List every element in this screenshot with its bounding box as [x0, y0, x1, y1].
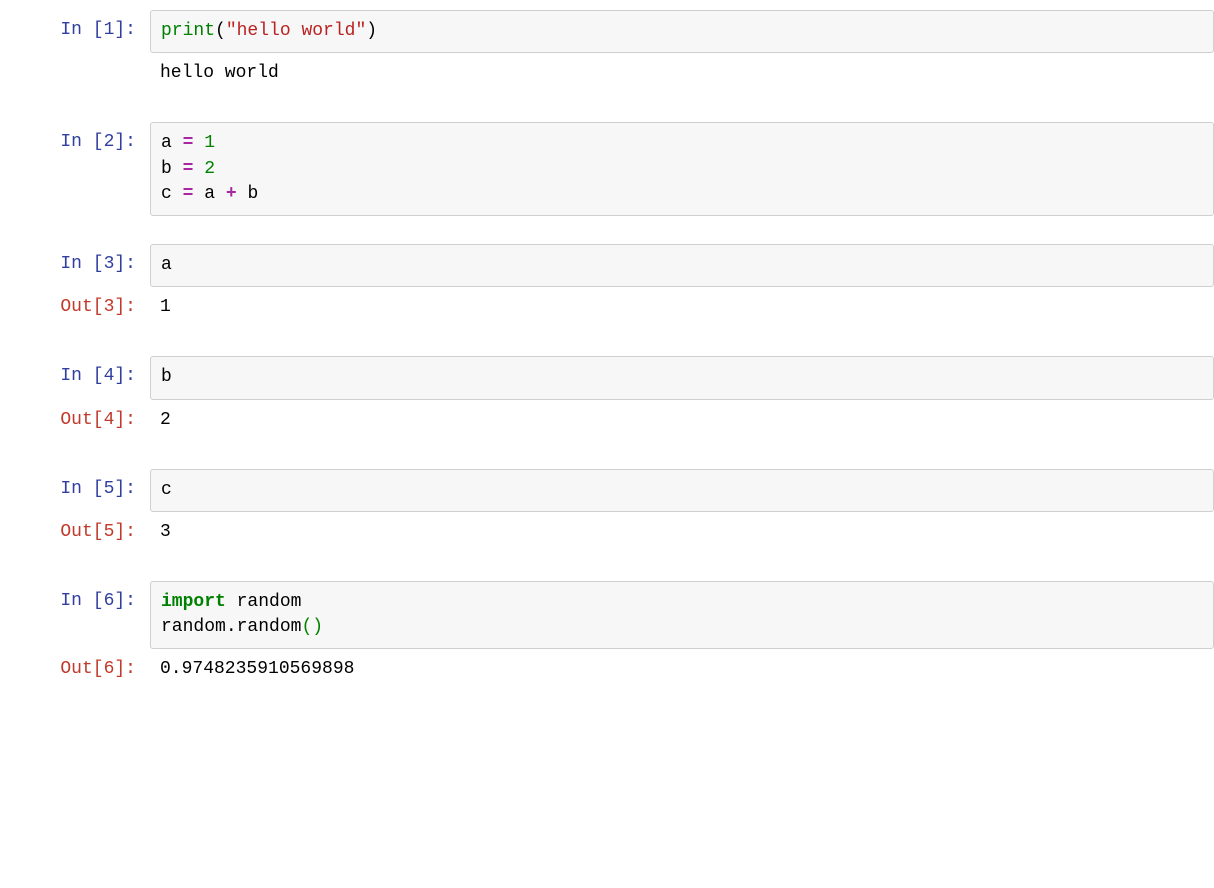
output-prompt: Out[3]: — [0, 287, 150, 328]
input-prompt: In [5]: — [0, 469, 150, 510]
output-row: Out[3]: 1 — [0, 287, 1214, 328]
code-input[interactable]: import random random.random() — [150, 581, 1214, 649]
input-prompt: In [6]: — [0, 581, 150, 622]
notebook-cell: In [5]: c — [0, 469, 1214, 512]
input-prompt: In [2]: — [0, 122, 150, 163]
result-text: 1 — [150, 287, 1214, 328]
output-row: Out[4]: 2 — [0, 400, 1214, 441]
output-prompt: Out[4]: — [0, 400, 150, 441]
output-prompt: Out[6]: — [0, 649, 150, 690]
empty-prompt — [0, 53, 150, 69]
notebook-cell: In [3]: a — [0, 244, 1214, 287]
output-row: Out[6]: 0.9748235910569898 — [0, 649, 1214, 690]
stdout-text: hello world — [150, 53, 1214, 94]
result-text: 2 — [150, 400, 1214, 441]
output-row: Out[5]: 3 — [0, 512, 1214, 553]
input-prompt: In [3]: — [0, 244, 150, 285]
notebook-cell: In [2]: a = 1 b = 2 c = a + b — [0, 122, 1214, 216]
input-prompt: In [4]: — [0, 356, 150, 397]
input-prompt: In [1]: — [0, 10, 150, 51]
notebook-cell: In [6]: import random random.random() — [0, 581, 1214, 649]
code-input[interactable]: a — [150, 244, 1214, 287]
code-input[interactable]: print("hello world") — [150, 10, 1214, 53]
code-input[interactable]: b — [150, 356, 1214, 399]
result-text: 3 — [150, 512, 1214, 553]
notebook-cell: In [1]: print("hello world") — [0, 10, 1214, 53]
stdout-row: hello world — [0, 53, 1214, 94]
code-input[interactable]: c — [150, 469, 1214, 512]
code-input[interactable]: a = 1 b = 2 c = a + b — [150, 122, 1214, 216]
output-prompt: Out[5]: — [0, 512, 150, 553]
result-text: 0.9748235910569898 — [150, 649, 1214, 690]
notebook-cell: In [4]: b — [0, 356, 1214, 399]
